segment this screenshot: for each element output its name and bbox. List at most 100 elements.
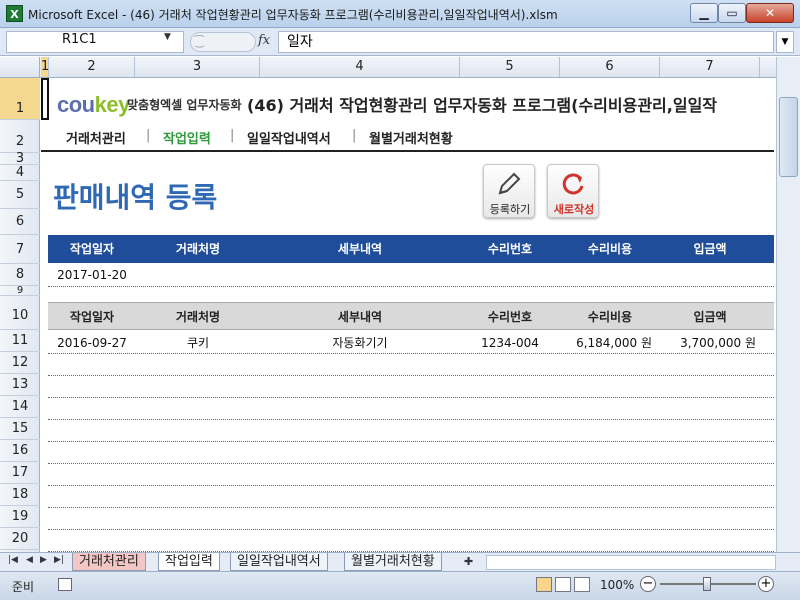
list-table-header: 작업일자 거래처명 세부내역 수리번호 수리비용 입금액 (48, 302, 774, 330)
row-header[interactable]: 11 (0, 330, 40, 352)
column-header[interactable]: 3 (135, 57, 260, 77)
header-details: 세부내역 (337, 242, 383, 256)
excel-icon: X (6, 5, 23, 22)
row-divider (48, 375, 774, 376)
new-button-label: 새로작성 (553, 203, 595, 216)
input-date[interactable]: 2017-01-20 (48, 264, 136, 286)
zoom-in-button[interactable]: + (758, 576, 774, 592)
header-repair-no: 수리번호 (487, 310, 533, 324)
page-break-view-icon[interactable] (574, 577, 590, 592)
zoom-out-button[interactable]: − (640, 576, 656, 592)
row-header[interactable]: 8 (0, 264, 40, 286)
formula-input[interactable]: 일자 (278, 31, 774, 53)
insert-sheet-icon[interactable]: ✚ (464, 555, 473, 568)
tab-monthly-status[interactable]: 월별거래처현황 (344, 553, 442, 571)
formula-buttons[interactable]: ⁐ (190, 32, 256, 52)
page-layout-view-icon[interactable] (555, 577, 571, 592)
formula-bar: R1C1 ▼ ⁐ fx 일자 ▼ (0, 28, 800, 56)
nav-item-daily-report[interactable]: 일일작업내역서 (247, 128, 331, 147)
header-repair-cost: 수리비용 (587, 242, 633, 256)
row-divider (48, 507, 774, 508)
row-header[interactable]: 12 (0, 352, 40, 374)
row-header[interactable]: 19 (0, 506, 40, 528)
column-header[interactable]: 7 (660, 57, 760, 77)
insert-function-icon[interactable]: fx (258, 33, 270, 48)
chevron-down-icon[interactable]: ▼ (776, 31, 794, 53)
select-all-corner[interactable] (0, 57, 40, 77)
nav-item-work-input[interactable]: 작업입력 (163, 128, 211, 147)
scroll-thumb[interactable] (779, 97, 798, 177)
row-header[interactable]: 15 (0, 418, 40, 440)
normal-view-icon[interactable] (536, 577, 552, 592)
input-row[interactable]: 2017-01-20 (48, 264, 774, 286)
horizontal-scrollbar[interactable] (486, 555, 776, 570)
tab-work-input[interactable]: 작업입력 (158, 553, 220, 571)
vertical-scrollbar[interactable] (776, 57, 800, 552)
worksheet[interactable]: coukey 맞춤형엑셀 업무자동화 (46) 거래처 작업현황관리 업무자동화… (41, 78, 774, 552)
row-details: 자동화기기 (332, 336, 388, 350)
sheet-tab-bar: |◀ ◀ ▶ ▶| 거래처관리 작업입력 일일작업내역서 월별거래처현황 ✚ (0, 552, 800, 571)
row-header[interactable]: 20 (0, 528, 40, 550)
header-details: 세부내역 (337, 310, 383, 324)
row-divider (48, 286, 774, 287)
column-header[interactable]: 2 (49, 57, 135, 77)
document-title: (46) 거래처 작업현황관리 업무자동화 프로그램(수리비용관리,일일작 (247, 96, 718, 115)
zoom-level[interactable]: 100% (600, 578, 634, 592)
active-cell[interactable] (41, 78, 49, 120)
row-header[interactable]: 18 (0, 484, 40, 506)
row-header[interactable]: 9 (0, 286, 40, 296)
header-deposit: 입금액 (693, 310, 727, 324)
maximize-button[interactable]: ▭ (718, 3, 746, 23)
row-divider (48, 529, 774, 530)
row-header[interactable]: 7 (0, 235, 40, 264)
refresh-icon (562, 173, 584, 195)
row-header[interactable]: 6 (0, 209, 40, 235)
macro-record-icon[interactable] (58, 578, 72, 591)
row-header[interactable]: 14 (0, 396, 40, 418)
tab-daily-report[interactable]: 일일작업내역서 (230, 553, 328, 571)
column-header[interactable]: 1 (41, 57, 49, 77)
column-header[interactable]: 4 (260, 57, 460, 77)
row-headers: 1 2 3 4 5 6 7 8 9 10 11 12 13 14 15 16 1… (0, 78, 40, 552)
column-header[interactable]: 5 (460, 57, 560, 77)
header-deposit: 입금액 (693, 242, 727, 256)
nav-separator: | (230, 128, 235, 143)
row-header[interactable]: 16 (0, 440, 40, 462)
prev-sheet-icon[interactable]: ◀ (26, 555, 33, 565)
pencil-icon (498, 172, 521, 195)
row-header[interactable]: 13 (0, 374, 40, 396)
status-bar: 준비 100% − + (0, 571, 800, 600)
nav-item-monthly-status[interactable]: 월별거래처현황 (369, 128, 453, 147)
row-header[interactable]: 17 (0, 462, 40, 484)
register-button[interactable]: 등록하기 (483, 164, 535, 218)
row-header[interactable]: 1 (0, 78, 40, 120)
row-deposit: 3,700,000 원 (680, 336, 756, 350)
first-sheet-icon[interactable]: |◀ (8, 555, 18, 565)
row-repair-cost: 6,184,000 원 (576, 336, 652, 350)
title-bar: X Microsoft Excel - (46) 거래처 작업현황관리 업무자동… (0, 0, 800, 28)
new-button[interactable]: 새로작성 (547, 164, 599, 218)
column-header[interactable]: 6 (560, 57, 660, 77)
nav-separator: | (146, 128, 151, 143)
row-header[interactable]: 2 (0, 120, 40, 153)
chevron-down-icon[interactable]: ▼ (164, 32, 171, 42)
row-header[interactable]: 4 (0, 165, 40, 181)
header-repair-cost: 수리비용 (587, 310, 633, 324)
row-header[interactable]: 5 (0, 181, 40, 209)
minimize-button[interactable]: ▁ (690, 3, 718, 23)
close-button[interactable]: ✕ (746, 3, 794, 23)
nav-item-client-management[interactable]: 거래처관리 (66, 128, 126, 147)
row-header[interactable]: 10 (0, 296, 40, 330)
row-header[interactable]: 3 (0, 152, 40, 165)
row-divider (48, 485, 774, 486)
table-row[interactable]: 2016-09-27 쿠키 자동화기기 1234-004 6,184,000 원… (48, 332, 774, 354)
last-sheet-icon[interactable]: ▶| (54, 555, 64, 565)
row-divider (48, 419, 774, 420)
zoom-slider-thumb[interactable] (703, 577, 711, 591)
window-title: Microsoft Excel - (46) 거래처 작업현황관리 업무자동화 … (28, 8, 558, 22)
nav-divider (41, 150, 774, 152)
column-headers: 1 2 3 4 5 6 7 (0, 57, 800, 78)
row-divider (48, 353, 774, 354)
tab-client-management[interactable]: 거래처관리 (72, 553, 146, 571)
next-sheet-icon[interactable]: ▶ (40, 555, 47, 565)
